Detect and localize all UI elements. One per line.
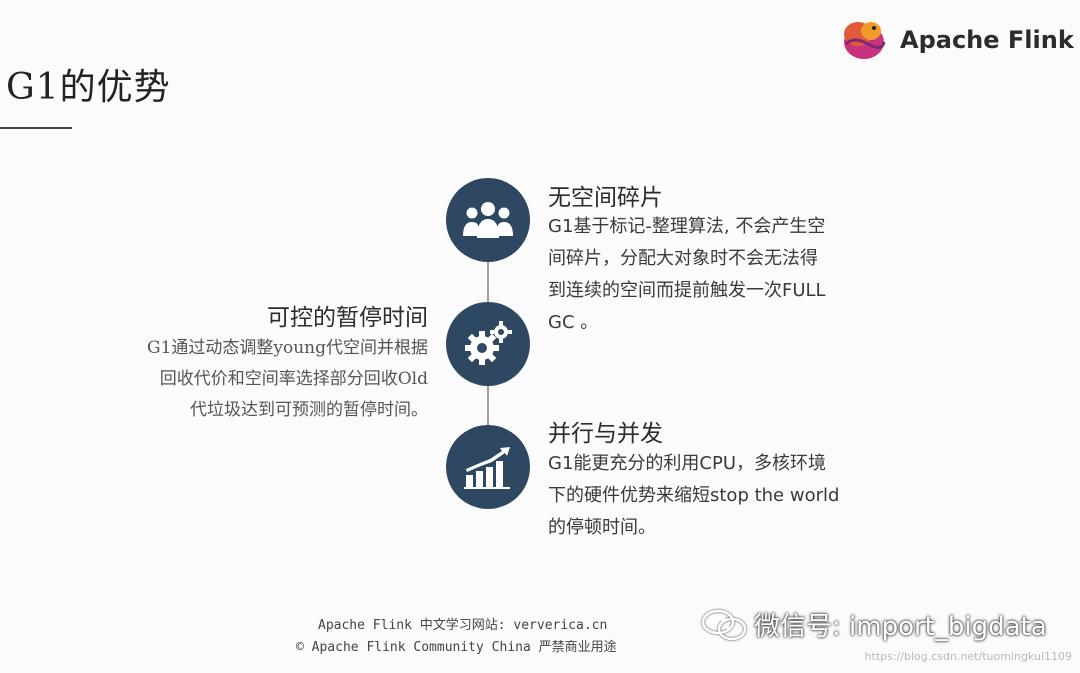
gears-circle <box>446 302 530 386</box>
people-group-circle <box>446 178 530 262</box>
source-watermark: https://blog.csdn.net/tuomingkui1109 <box>864 650 1072 663</box>
parallel-heading: 并行与并发 <box>548 421 663 447</box>
gears-icon <box>465 321 512 365</box>
no-fragment-line-1: G1基于标记-整理算法, 不会产生空 <box>548 216 826 237</box>
no-fragment-heading: 无空间碎片 <box>548 185 663 211</box>
wechat-id-label: 微信号: import_bigdata <box>754 612 1047 642</box>
footer-website: Apache Flink 中文学习网站: ververica.cn <box>318 618 608 633</box>
wechat-icon <box>701 609 747 640</box>
pause-time-line-2: 回收代价和空间率选择部分回收Old <box>159 369 428 389</box>
title-underline <box>0 127 72 129</box>
parallel-line-3: 的停顿时间。 <box>548 517 656 538</box>
growth-chart-circle <box>446 425 530 509</box>
logo-text: Apache Flink <box>900 26 1074 54</box>
growth-chart-icon <box>464 447 510 489</box>
parallel-line-1: G1能更充分的利用CPU，多核环境 <box>548 453 826 474</box>
pause-time-heading: 可控的暂停时间 <box>267 305 428 331</box>
pause-time-line-1: G1通过动态调整young代空间并根据 <box>146 338 428 358</box>
parallel-body: G1能更充分的利用CPU，多核环境 下的硬件优势来缩短stop the worl… <box>548 448 893 544</box>
parallel-line-2: 下的硬件优势来缩短stop the world <box>548 485 840 506</box>
no-fragment-line-3: 到连续的空间而提前触发一次FULL <box>548 280 826 301</box>
no-fragment-body: G1基于标记-整理算法, 不会产生空 间碎片，分配大对象时不会无法得 到连续的空… <box>548 211 893 339</box>
no-fragment-line-2: 间碎片，分配大对象时不会无法得 <box>548 248 818 269</box>
slide-title: G1的优势 <box>6 67 171 108</box>
no-fragment-line-4: GC 。 <box>548 312 599 333</box>
footer-copyright: © Apache Flink Community China 严禁商业用途 <box>296 640 617 655</box>
people-group-icon <box>463 202 513 238</box>
pause-time-line-3: 代垃圾达到可预测的暂停时间。 <box>190 400 428 420</box>
flink-squirrel-icon <box>844 22 886 59</box>
wechat-watermark: 微信号: import_bigdata <box>700 606 1047 643</box>
apache-flink-logo: Apache Flink <box>838 14 1074 64</box>
pause-time-body: G1通过动态调整young代空间并根据 回收代价和空间率选择部分回收Old 代垃… <box>68 333 428 426</box>
